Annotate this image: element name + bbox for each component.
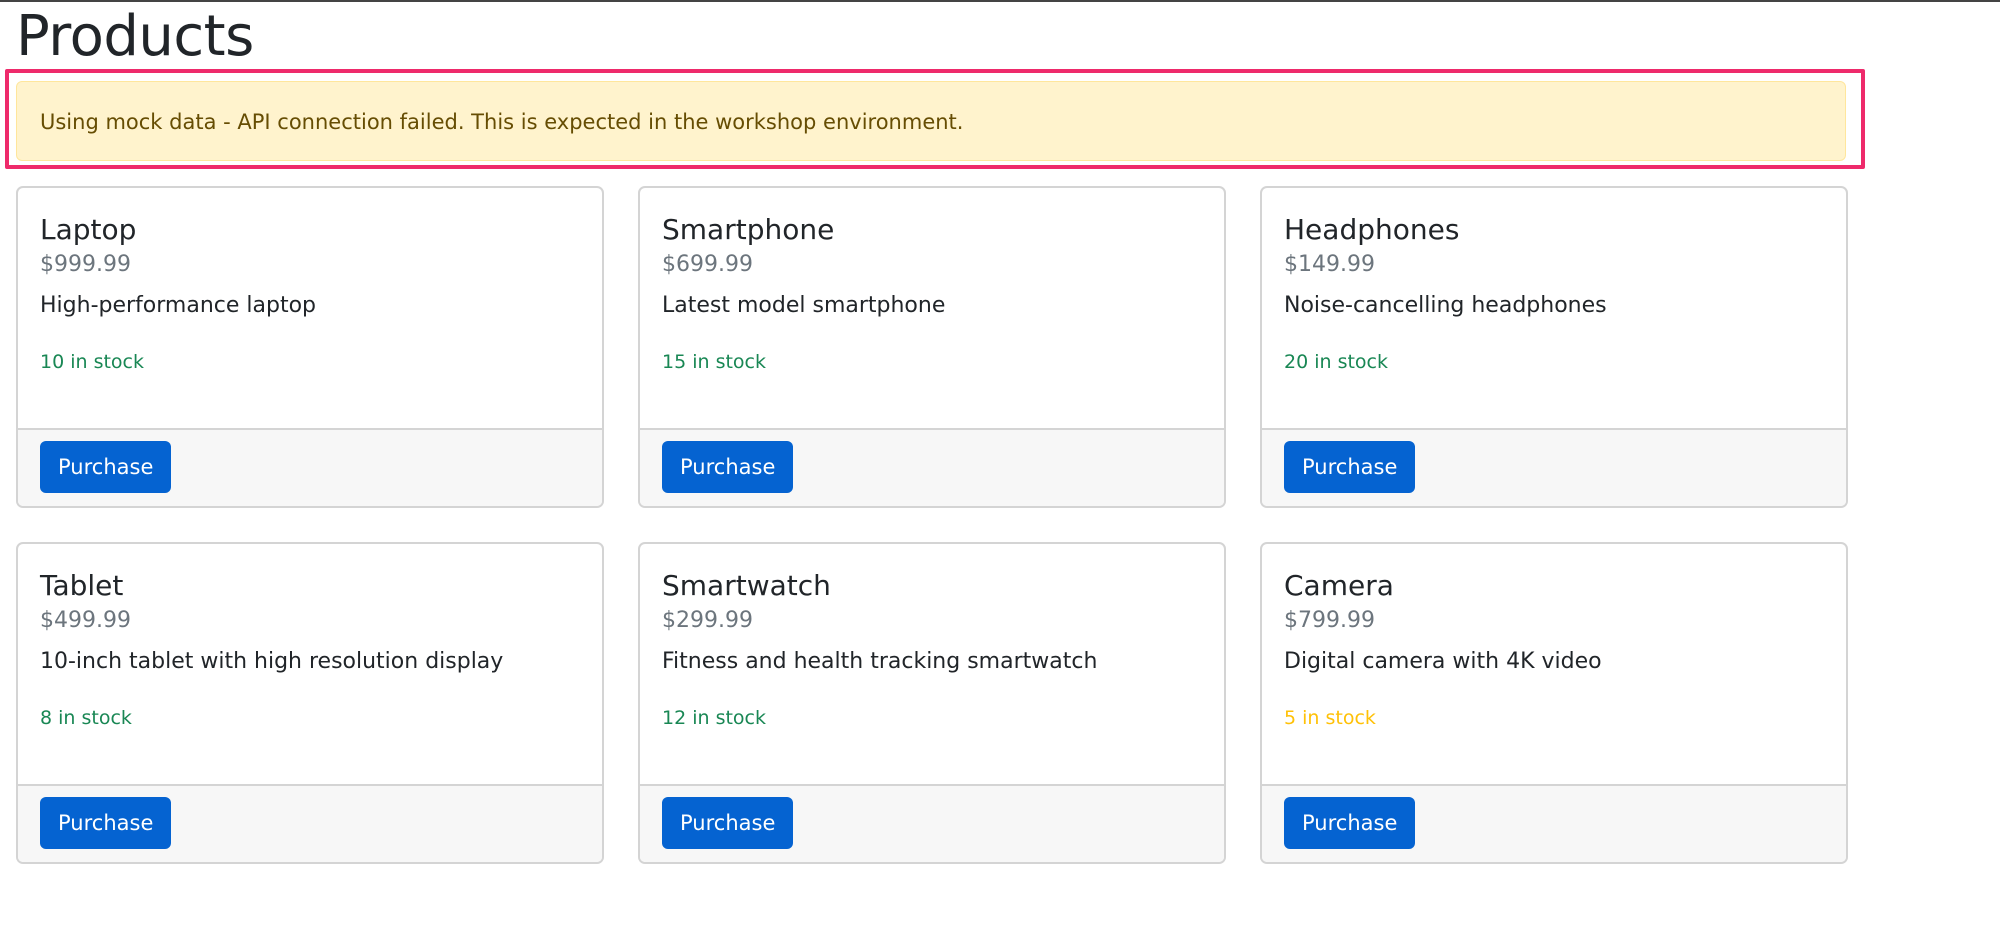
product-name: Smartwatch <box>662 569 831 602</box>
purchase-button[interactable]: Purchase <box>662 797 794 849</box>
product-name: Camera <box>1284 569 1394 602</box>
product-description: Latest model smartphone <box>662 293 946 318</box>
mock-data-alert: Using mock data - API connection failed.… <box>16 81 1846 161</box>
purchase-button[interactable]: Purchase <box>662 441 794 493</box>
products-page: Products Using mock data - API connectio… <box>0 0 2000 927</box>
card-footer: Purchase <box>1262 428 1846 506</box>
product-name: Laptop <box>40 213 137 246</box>
product-name: Headphones <box>1284 213 1460 246</box>
card-body: Headphones $149.99 Noise-cancelling head… <box>1262 188 1846 428</box>
product-card: Headphones $149.99 Noise-cancelling head… <box>1260 186 1848 508</box>
card-body: Smartphone $699.99 Latest model smartpho… <box>640 188 1224 428</box>
product-card: Tablet $499.99 10-inch tablet with high … <box>16 542 604 864</box>
card-footer: Purchase <box>640 428 1224 506</box>
card-body: Tablet $499.99 10-inch tablet with high … <box>18 544 602 784</box>
product-description: High-performance laptop <box>40 293 316 318</box>
stock-status: 12 in stock <box>662 707 766 729</box>
stock-status: 8 in stock <box>40 707 132 729</box>
product-price: $299.99 <box>662 608 753 633</box>
product-price: $699.99 <box>662 252 753 277</box>
purchase-button[interactable]: Purchase <box>40 797 172 849</box>
product-card: Camera $799.99 Digital camera with 4K vi… <box>1260 542 1848 864</box>
product-name: Tablet <box>40 569 124 602</box>
product-description: Digital camera with 4K video <box>1284 649 1602 674</box>
product-description: Noise-cancelling headphones <box>1284 293 1607 318</box>
stock-status: 5 in stock <box>1284 707 1376 729</box>
product-price: $149.99 <box>1284 252 1375 277</box>
product-name: Smartphone <box>662 213 835 246</box>
purchase-button[interactable]: Purchase <box>1284 441 1416 493</box>
purchase-button[interactable]: Purchase <box>40 441 172 493</box>
product-price: $799.99 <box>1284 608 1375 633</box>
card-footer: Purchase <box>1262 784 1846 862</box>
product-description: Fitness and health tracking smartwatch <box>662 649 1098 674</box>
page-title: Products <box>16 4 254 69</box>
product-card: Laptop $999.99 High-performance laptop 1… <box>16 186 604 508</box>
stock-status: 15 in stock <box>662 351 766 373</box>
stock-status: 20 in stock <box>1284 351 1388 373</box>
stock-status: 10 in stock <box>40 351 144 373</box>
product-price: $499.99 <box>40 608 131 633</box>
card-footer: Purchase <box>18 428 602 506</box>
product-description: 10-inch tablet with high resolution disp… <box>40 649 504 674</box>
product-card: Smartwatch $299.99 Fitness and health tr… <box>638 542 1226 864</box>
purchase-button[interactable]: Purchase <box>1284 797 1416 849</box>
card-footer: Purchase <box>640 784 1224 862</box>
product-price: $999.99 <box>40 252 131 277</box>
card-footer: Purchase <box>18 784 602 862</box>
card-body: Camera $799.99 Digital camera with 4K vi… <box>1262 544 1846 784</box>
card-body: Smartwatch $299.99 Fitness and health tr… <box>640 544 1224 784</box>
product-card: Smartphone $699.99 Latest model smartpho… <box>638 186 1226 508</box>
card-body: Laptop $999.99 High-performance laptop 1… <box>18 188 602 428</box>
